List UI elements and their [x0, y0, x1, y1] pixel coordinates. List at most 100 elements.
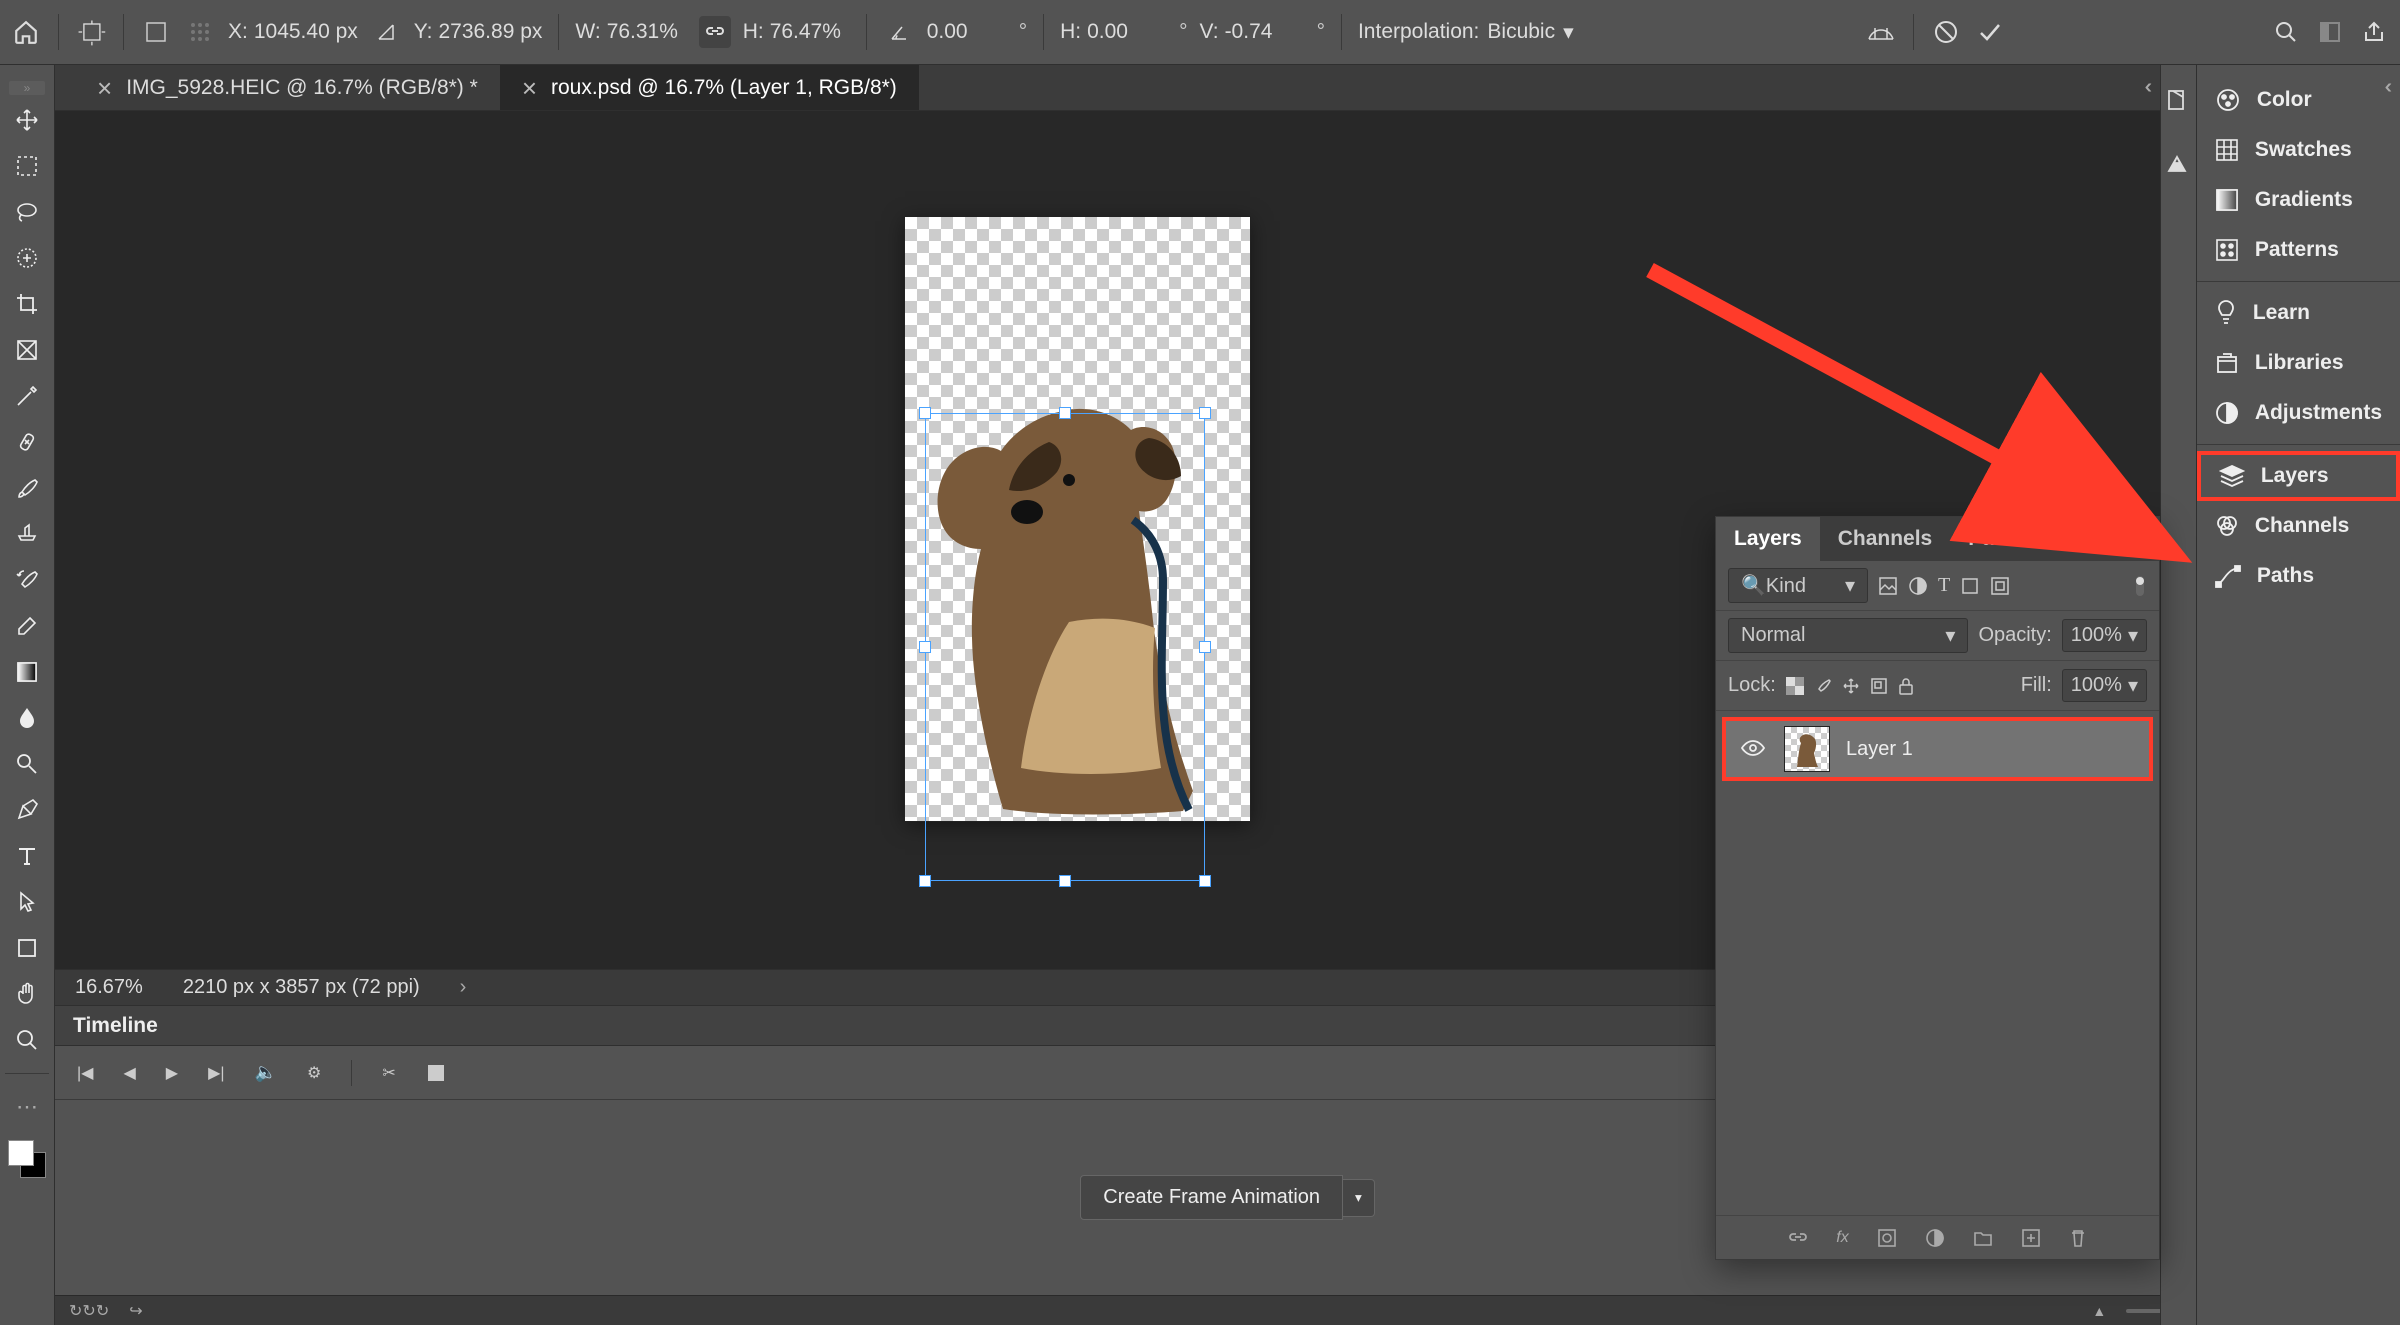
history-panel-icon[interactable]	[2161, 83, 2195, 117]
loop-icon[interactable]: ↻↻↻	[69, 1301, 109, 1321]
document-tab-2[interactable]: × roux.psd @ 16.7% (Layer 1, RGB/8*)	[500, 65, 919, 110]
frame-tool-icon[interactable]	[7, 329, 47, 371]
libraries-panel-button[interactable]: Libraries	[2197, 338, 2400, 388]
new-layer-icon[interactable]	[2021, 1228, 2041, 1248]
patterns-panel-button[interactable]: Patterns	[2197, 225, 2400, 275]
type-tool-icon[interactable]	[7, 835, 47, 877]
settings-gear-icon[interactable]: ⚙	[307, 1063, 321, 1083]
zoom-level[interactable]: 16.67%	[75, 976, 143, 999]
healing-brush-tool-icon[interactable]	[7, 421, 47, 463]
mask-icon[interactable]	[1877, 1228, 1897, 1248]
marquee-tool-icon[interactable]	[7, 145, 47, 187]
transform-bounding-box[interactable]	[925, 413, 1205, 881]
filter-kind-select[interactable]: 🔍Kind▾	[1728, 568, 1868, 603]
transform-handle[interactable]	[919, 875, 931, 887]
first-frame-icon[interactable]: |◀	[77, 1063, 93, 1083]
move-tool-icon[interactable]	[7, 99, 47, 141]
transform-handle[interactable]	[1059, 875, 1071, 887]
zoom-tool-icon[interactable]	[7, 1019, 47, 1061]
history-brush-tool-icon[interactable]	[7, 559, 47, 601]
skew-v-field[interactable]: V:-0.74	[1200, 20, 1305, 44]
hand-tool-icon[interactable]	[7, 973, 47, 1015]
transition-icon[interactable]	[426, 1063, 446, 1083]
fill-field[interactable]: 100%▾	[2062, 669, 2147, 702]
properties-panel-icon[interactable]	[2161, 147, 2195, 181]
path-select-tool-icon[interactable]	[7, 881, 47, 923]
link-layers-icon[interactable]	[1788, 1228, 1808, 1248]
play-icon[interactable]: ▶	[166, 1063, 178, 1083]
transform-tool-icon[interactable]	[75, 16, 107, 48]
dodge-tool-icon[interactable]	[7, 743, 47, 785]
filter-toggle-switch[interactable]	[2133, 574, 2147, 598]
clone-stamp-tool-icon[interactable]	[7, 513, 47, 555]
close-tab-icon[interactable]: ×	[522, 75, 537, 101]
filter-smart-icon[interactable]	[1990, 576, 2010, 596]
lock-all-icon[interactable]	[1898, 677, 1914, 695]
cancel-transform-icon[interactable]	[1930, 16, 1962, 48]
edit-toolbar-icon[interactable]: ⋯	[7, 1086, 47, 1128]
filter-pixel-icon[interactable]	[1878, 576, 1898, 596]
close-tab-icon[interactable]: ×	[97, 75, 112, 101]
document-tab-1[interactable]: × IMG_5928.HEIC @ 16.7% (RGB/8*) *	[75, 65, 500, 110]
filter-type-icon[interactable]: T	[1938, 574, 1950, 597]
visibility-eye-icon[interactable]	[1740, 735, 1768, 763]
lasso-tool-icon[interactable]	[7, 191, 47, 233]
search-icon[interactable]	[2270, 16, 2302, 48]
blur-tool-icon[interactable]	[7, 697, 47, 739]
quick-select-tool-icon[interactable]	[7, 237, 47, 279]
adjustment-layer-icon[interactable]	[1925, 1228, 1945, 1248]
collapse-handle-icon[interactable]: »	[9, 81, 45, 95]
eraser-tool-icon[interactable]	[7, 605, 47, 647]
transform-handle[interactable]	[1199, 407, 1211, 419]
create-frame-animation-menu[interactable]: ▾	[1343, 1179, 1375, 1217]
skew-h-field[interactable]: H:0.00	[1060, 20, 1167, 44]
filter-shape-icon[interactable]	[1960, 576, 1980, 596]
prev-frame-icon[interactable]: ◀	[123, 1063, 135, 1083]
transform-handle[interactable]	[1199, 875, 1211, 887]
workspace-icon[interactable]	[2314, 16, 2346, 48]
reference-point-box-icon[interactable]	[140, 16, 172, 48]
chevron-right-icon[interactable]: ›	[460, 976, 467, 999]
eyedropper-tool-icon[interactable]	[7, 375, 47, 417]
share-icon[interactable]	[2358, 16, 2390, 48]
audio-icon[interactable]: 🔈	[255, 1062, 277, 1083]
lock-position-icon[interactable]	[1842, 677, 1860, 695]
link-wh-icon[interactable]	[699, 16, 731, 48]
interpolation-select[interactable]: Interpolation: Bicubic ▾	[1358, 20, 1574, 45]
doc-info[interactable]: 2210 px x 3857 px (72 ppi)	[183, 976, 420, 999]
collapse-chevrons-icon[interactable]: ‹‹	[2145, 76, 2146, 99]
transform-handle[interactable]	[919, 641, 931, 653]
layer-name[interactable]: Layer 1	[1846, 738, 1913, 761]
w-field[interactable]: W:76.31%	[575, 20, 686, 44]
opacity-field[interactable]: 100%▾	[2062, 619, 2147, 652]
adjustments-panel-button[interactable]: Adjustments	[2197, 388, 2400, 438]
collapse-chevrons-icon[interactable]: ‹‹	[2385, 76, 2386, 99]
paths-tab[interactable]: Paths	[1950, 517, 2043, 561]
render-icon[interactable]: ↪	[129, 1301, 142, 1321]
fx-icon[interactable]: fx	[1836, 1229, 1848, 1247]
scissors-icon[interactable]: ✂	[382, 1063, 395, 1083]
h-field[interactable]: H:76.47%	[743, 20, 850, 44]
foreground-background-swatch[interactable]	[8, 1140, 46, 1178]
lock-pixels-icon[interactable]	[1814, 677, 1832, 695]
triangle-xy-icon[interactable]	[370, 16, 402, 48]
rectangle-tool-icon[interactable]	[7, 927, 47, 969]
warp-icon[interactable]	[1865, 16, 1897, 48]
transform-handle[interactable]	[1059, 407, 1071, 419]
filter-adjust-icon[interactable]	[1908, 576, 1928, 596]
trash-icon[interactable]	[2069, 1228, 2087, 1248]
paths-panel-button[interactable]: Paths	[2197, 551, 2400, 601]
x-field[interactable]: X:1045.40 px	[228, 20, 358, 44]
layer-row[interactable]: Layer 1	[1722, 717, 2153, 781]
mountain-small-icon[interactable]: ▲	[2092, 1303, 2106, 1319]
brush-tool-icon[interactable]	[7, 467, 47, 509]
layers-tab[interactable]: Layers	[1716, 517, 1820, 561]
commit-transform-icon[interactable]	[1974, 16, 2006, 48]
transform-handle[interactable]	[919, 407, 931, 419]
collapse-panel-icon[interactable]: ››	[2115, 530, 2116, 548]
home-icon[interactable]	[10, 16, 42, 48]
layers-panel-button[interactable]: Layers	[2197, 451, 2400, 501]
swatches-panel-button[interactable]: Swatches	[2197, 125, 2400, 175]
group-icon[interactable]	[1973, 1229, 1993, 1247]
angle-field[interactable]: 0.00	[927, 20, 1007, 44]
